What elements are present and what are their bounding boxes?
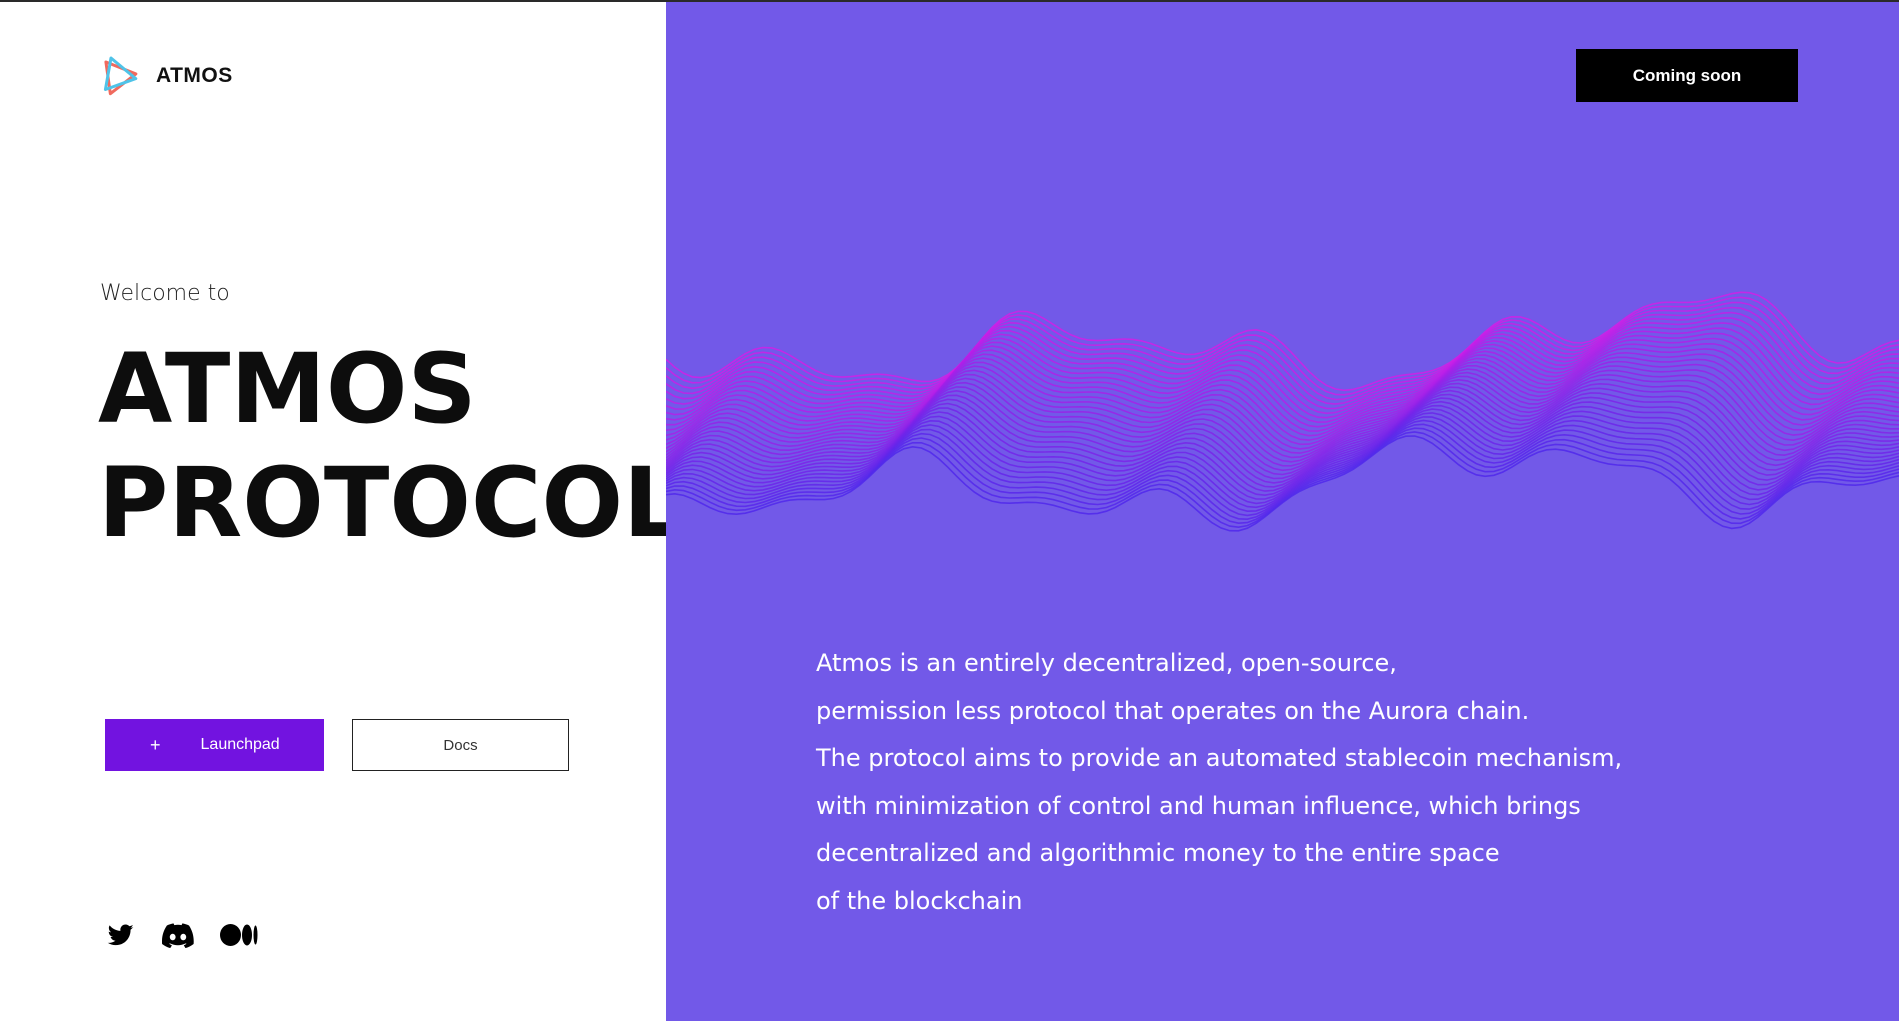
page-title: ATMOS PROTOCOL [98, 332, 684, 560]
description-line-4: with minimization of control and human i… [816, 791, 1581, 820]
launchpad-label: Launchpad [200, 736, 280, 753]
atmos-logo-icon [103, 56, 138, 96]
hero-visual-panel: Atmos is an entirely decentralized, open… [666, 2, 1899, 1021]
wave-line [666, 296, 1899, 396]
protocol-description: Atmos is an entirely decentralized, open… [816, 640, 1622, 925]
social-links [106, 922, 258, 948]
docs-button[interactable]: Docs [352, 719, 569, 771]
description-line-3: The protocol aims to provide an automate… [816, 744, 1623, 772]
title-line-1: ATMOS [98, 333, 477, 445]
description-line-2: permission less protocol that operates o… [816, 696, 1530, 725]
brand-name: ATMOS [156, 64, 233, 87]
description-line-5: decentralized and algorithmic money to t… [816, 839, 1500, 867]
launchpad-button[interactable]: + Launchpad [105, 719, 324, 771]
left-panel: ATMOS Welcome to ATMOS PROTOCOL + Launch… [0, 2, 684, 1021]
medium-icon[interactable] [220, 923, 258, 947]
description-line-1: Atmos is an entirely decentralized, open… [816, 649, 1397, 677]
welcome-text: Welcome to [100, 281, 230, 306]
description-line-6: of the blockchain [816, 886, 1023, 915]
coming-soon-label: Coming soon [1632, 65, 1742, 85]
wave-graphic [666, 291, 1899, 532]
brand-logo[interactable]: ATMOS [100, 54, 233, 98]
twitter-icon[interactable] [106, 922, 136, 948]
coming-soon-button[interactable]: Coming soon [1576, 49, 1798, 102]
docs-label: Docs [443, 736, 478, 754]
discord-icon[interactable] [162, 922, 194, 948]
title-line-2: PROTOCOL [98, 447, 685, 559]
plus-icon: + [150, 734, 161, 755]
